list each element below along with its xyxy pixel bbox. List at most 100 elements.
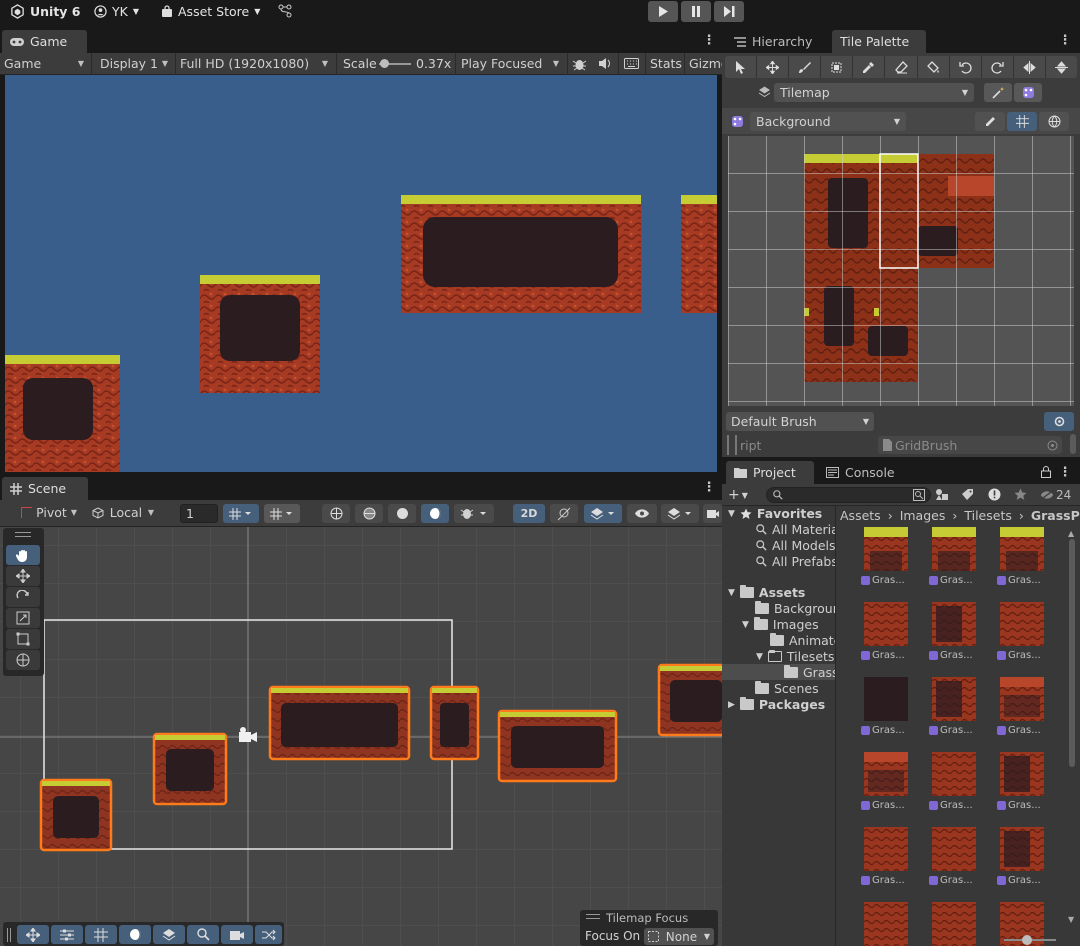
project-menu-icon[interactable]: ⋮ xyxy=(1058,466,1072,480)
asset-tile-item[interactable]: Gras... xyxy=(861,677,911,739)
version-control-icon[interactable] xyxy=(278,4,292,18)
tab-game[interactable]: Game xyxy=(2,30,87,53)
asset-tile-item[interactable]: Gras... xyxy=(861,752,911,814)
grid-toggle-button[interactable] xyxy=(85,925,117,944)
tab-scene[interactable]: Scene xyxy=(2,477,88,500)
breadcrumb-item[interactable]: Images xyxy=(900,508,946,523)
grid-snap-toggle[interactable] xyxy=(223,504,259,523)
rotate-cw-button[interactable] xyxy=(982,56,1014,78)
tile-settings-button[interactable] xyxy=(51,925,83,944)
move-tool-button[interactable] xyxy=(757,56,790,78)
play-focused-dropdown[interactable]: Play Focused ▼ xyxy=(457,54,565,73)
palette-menu-icon[interactable]: ⋮ xyxy=(1058,34,1072,48)
move-tool-button[interactable] xyxy=(6,566,40,586)
asset-store-dropdown[interactable]: Asset Store ▼ xyxy=(161,4,260,19)
brush-settings-button[interactable] xyxy=(1044,412,1074,431)
create-asset-button[interactable]: + ▼ xyxy=(728,487,748,503)
active-tilemap-dropdown[interactable]: Tilemap ▼ xyxy=(774,83,974,102)
tile-move-button[interactable] xyxy=(17,925,49,944)
shaded-wireframe-button[interactable] xyxy=(355,504,383,523)
edit-palette-button[interactable] xyxy=(975,112,1005,131)
view-tool-button[interactable] xyxy=(6,545,40,565)
bug-icon[interactable] xyxy=(572,57,587,71)
focus-on-dropdown[interactable]: None ▼ xyxy=(644,928,714,945)
unlit-shading-button[interactable] xyxy=(388,504,416,523)
erase-tool-button[interactable] xyxy=(885,56,918,78)
hidden-packages-toggle[interactable]: 24 xyxy=(1040,488,1071,502)
object-picker-icon[interactable] xyxy=(1047,440,1058,451)
lighting-toggle[interactable] xyxy=(550,504,578,523)
drag-handle-icon[interactable] xyxy=(586,914,600,919)
favorite-all-models[interactable]: All Models xyxy=(756,538,835,553)
step-button[interactable] xyxy=(714,1,744,22)
asset-tile-item[interactable]: Gras... xyxy=(861,527,911,589)
folder-images[interactable]: ▼ Images xyxy=(742,617,819,632)
gizmos-toggle[interactable] xyxy=(1039,112,1069,131)
scale-slider-handle[interactable] xyxy=(380,59,389,68)
paint-tool-button[interactable] xyxy=(789,56,822,78)
asset-tile-item[interactable]: Gras... xyxy=(861,602,911,664)
breadcrumb-item[interactable]: Tilesets xyxy=(964,508,1012,523)
pivot-dropdown[interactable]: Pivot ▼ xyxy=(17,503,83,522)
rect-tool-button[interactable] xyxy=(6,629,40,649)
favorite-all-materials[interactable]: All Materials xyxy=(756,522,835,537)
tab-project[interactable]: Project xyxy=(726,461,814,484)
toggle-2d-button[interactable]: 2D xyxy=(513,504,545,523)
folder-animated[interactable]: Animated xyxy=(770,633,835,648)
breadcrumb-item[interactable]: GrassPla xyxy=(1031,508,1080,523)
picker-tool-button[interactable] xyxy=(853,56,886,78)
palette-dropdown[interactable]: Background ▼ xyxy=(750,112,906,131)
fill-tool-button[interactable] xyxy=(918,56,950,78)
rotate-tool-button[interactable] xyxy=(6,587,40,607)
resolution-dropdown[interactable]: Full HD (1920x1080) ▼ xyxy=(176,54,334,73)
account-dropdown[interactable]: YK ▼ xyxy=(94,4,139,19)
assets-root[interactable]: ▼ Assets xyxy=(728,585,805,600)
rotate-ccw-button[interactable] xyxy=(950,56,982,78)
asset-tile-item[interactable]: Gras... xyxy=(929,677,979,739)
shuffle-overlay-button[interactable] xyxy=(255,925,282,944)
asset-tile-item[interactable]: Gras... xyxy=(929,827,979,889)
local-dropdown[interactable]: Local ▼ xyxy=(88,503,160,522)
display-dropdown[interactable]: Display 1 ▼ xyxy=(96,54,174,73)
thumbnail-size-handle[interactable] xyxy=(1022,935,1032,945)
asset-tile-item[interactable]: Gras... xyxy=(929,902,979,946)
game-menu-icon[interactable]: ⋮ xyxy=(702,34,716,48)
flip-y-button[interactable] xyxy=(1046,56,1077,78)
project-search-input[interactable] xyxy=(766,487,931,503)
palette-overlay-button[interactable] xyxy=(1014,83,1042,102)
packages-root[interactable]: ▶ Packages xyxy=(728,697,825,712)
asset-tile-item[interactable]: Gras... xyxy=(929,527,979,589)
filter-by-label-icon[interactable] xyxy=(961,488,974,501)
debug-draw-dropdown[interactable] xyxy=(454,504,494,523)
tab-hierarchy[interactable]: Hierarchy xyxy=(726,30,826,53)
favorite-all-prefabs[interactable]: All Prefabs xyxy=(756,554,835,569)
asset-tile-item[interactable]: Gras... xyxy=(997,752,1047,814)
camera-settings-button[interactable] xyxy=(703,504,722,523)
unity-menu[interactable]: Unity 6 xyxy=(10,4,81,19)
asset-tile-item[interactable]: Gras... xyxy=(929,602,979,664)
flip-x-button[interactable] xyxy=(1014,56,1046,78)
folder-scenes[interactable]: Scenes xyxy=(755,681,819,696)
box-fill-tool-button[interactable] xyxy=(821,56,854,78)
grid-increment-field[interactable]: 1 xyxy=(180,504,218,523)
gizmos-button[interactable]: Gizmo xyxy=(689,56,722,71)
breadcrumb-item[interactable]: Assets xyxy=(840,508,881,523)
asset-tile-item[interactable]: Gras... xyxy=(929,752,979,814)
favorites-header[interactable]: ▼ Favorites xyxy=(728,506,822,521)
favorite-star-icon[interactable] xyxy=(1014,488,1027,501)
tilemap-tools-button[interactable] xyxy=(984,83,1012,102)
asset-tile-item[interactable]: Gras... xyxy=(861,827,911,889)
drag-handle-icon[interactable] xyxy=(7,928,11,942)
info-filter-icon[interactable] xyxy=(988,488,1001,501)
asset-grid-scrollbar[interactable] xyxy=(1069,539,1075,767)
pause-button[interactable] xyxy=(681,1,711,22)
search-by-type-icon[interactable] xyxy=(913,489,925,501)
scene-menu-icon[interactable]: ⋮ xyxy=(702,481,716,495)
asset-tile-item[interactable]: Gras... xyxy=(861,902,911,946)
tab-tile-palette[interactable]: Tile Palette xyxy=(832,30,926,53)
play-button[interactable] xyxy=(648,1,678,22)
asset-tile-item[interactable]: Gras... xyxy=(997,827,1047,889)
palette-grid-toggle[interactable] xyxy=(1007,112,1037,131)
resize-handle-icon[interactable] xyxy=(727,435,737,455)
filter-by-type-icon[interactable] xyxy=(935,488,949,501)
